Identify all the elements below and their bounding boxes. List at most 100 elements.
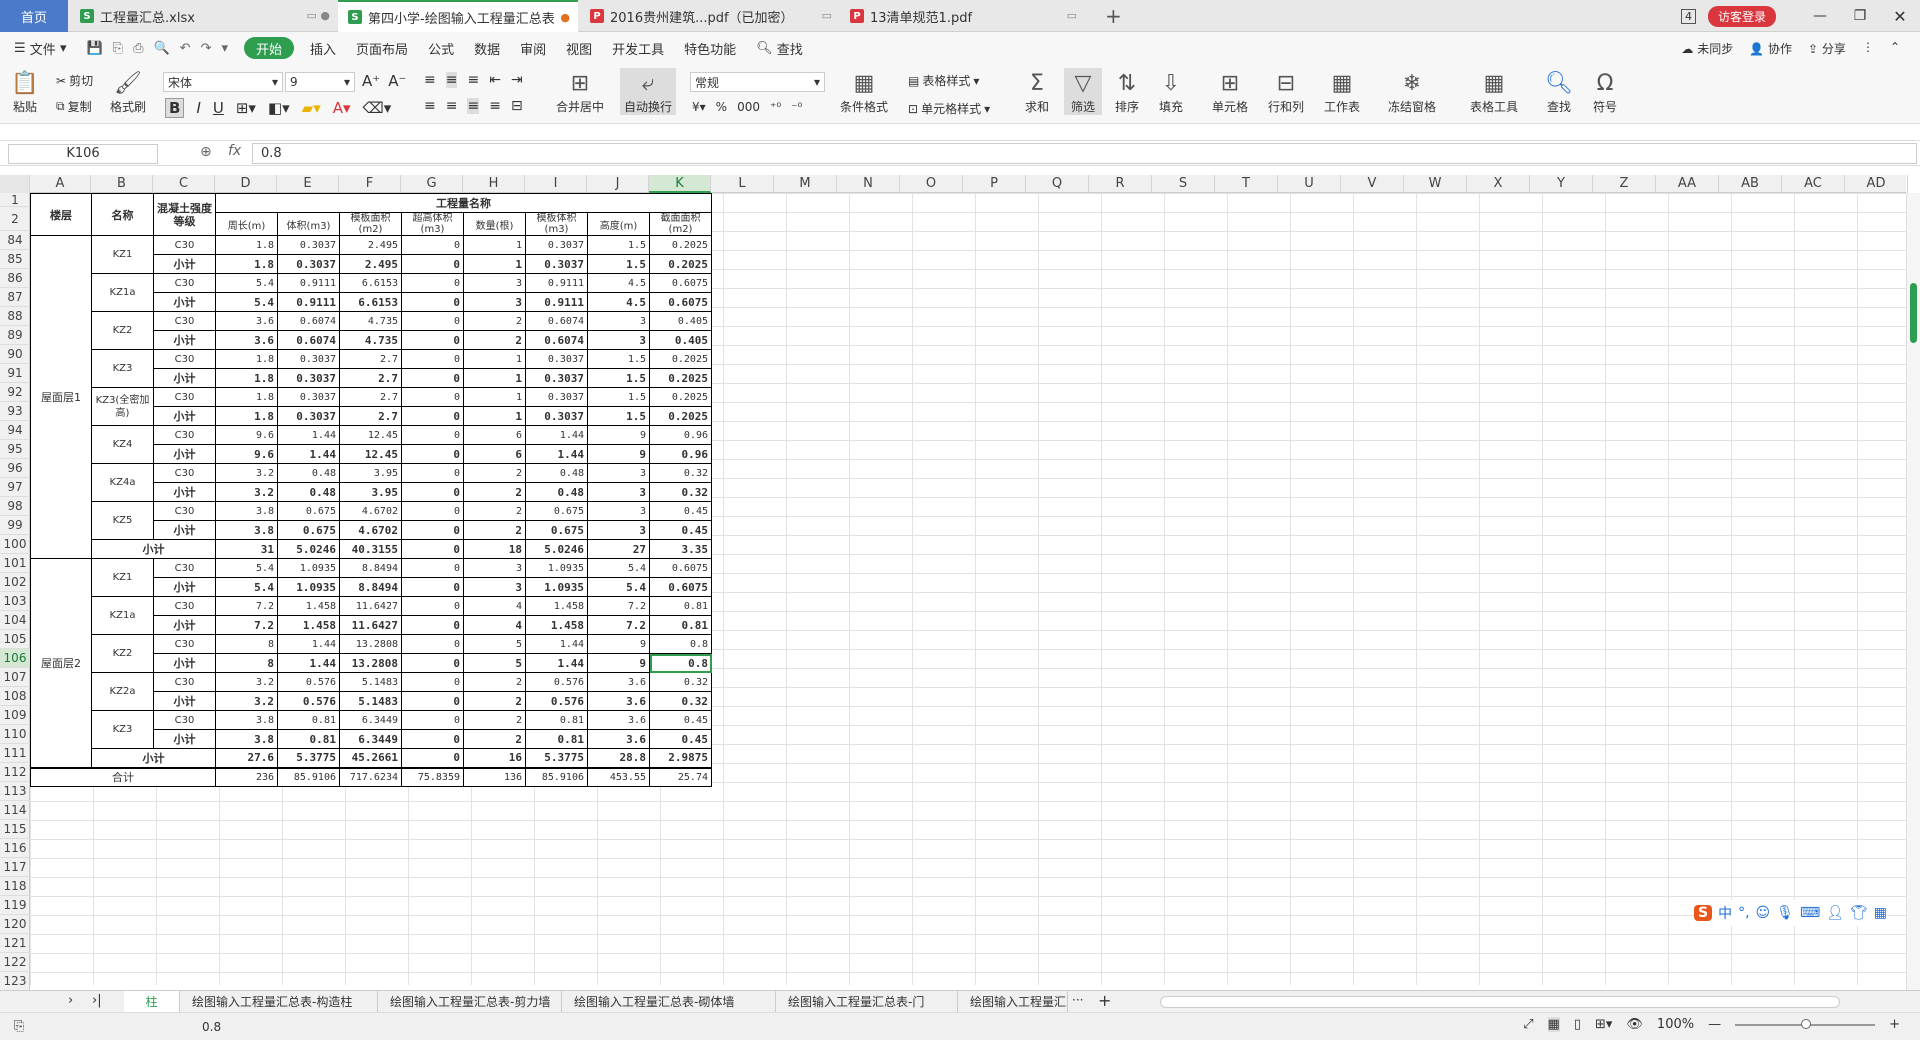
header-count[interactable]: 数量(根) [463,212,526,236]
table-cell[interactable]: 0.6074 [525,311,588,331]
page-break-icon[interactable]: ⊞▾ [1595,1017,1612,1032]
grade-cell[interactable]: C30 [153,672,216,692]
header-floor[interactable]: 楼层 [30,193,92,236]
table-cell[interactable]: 2.7 [339,349,402,369]
table-cell[interactable]: 0.81 [649,596,712,616]
table-cell[interactable]: 40.3155 [339,539,402,559]
grand-total-label[interactable]: 合计 [30,766,216,787]
row-header[interactable]: 109 [0,706,30,725]
table-cell[interactable]: 3.2 [215,691,278,711]
grade-cell[interactable]: C30 [153,311,216,331]
table-cell[interactable]: 1.5 [587,387,650,407]
table-cell[interactable]: 3 [587,501,650,521]
table-cell[interactable]: 0.81 [525,729,588,749]
column-header-ab[interactable]: AB [1719,175,1782,193]
table-cell[interactable]: 1.5 [587,254,650,274]
zoom-slider[interactable] [1735,1018,1876,1029]
row-header[interactable]: 123 [0,972,30,991]
tab-file-3[interactable]: P 2016贵州建筑...pdf（已加密） ▭ [580,0,840,32]
column-header-k[interactable]: K [649,175,711,193]
table-cell[interactable]: 0.48 [277,463,340,483]
table-cell[interactable]: 0.2025 [649,254,712,274]
row-header[interactable]: 88 [0,307,30,326]
menu-insert[interactable]: 插入 [300,32,346,64]
row-header[interactable]: 96 [0,459,30,478]
table-cell[interactable]: 2.7 [339,387,402,407]
table-cell[interactable]: 6.3449 [339,729,402,749]
table-cell[interactable]: 0 [401,748,464,768]
column-header-o[interactable]: O [900,175,963,193]
column-header-q[interactable]: Q [1026,175,1089,193]
row-header[interactable]: 106 [0,649,30,668]
sync-button[interactable]: ☁ 未同步 [1681,40,1733,57]
row-header[interactable]: 120 [0,915,30,934]
indent-increase-icon[interactable]: ⇥ [511,72,523,88]
menu-formula[interactable]: 公式 [418,32,464,64]
table-cell[interactable]: 0.81 [525,710,588,730]
table-cell[interactable]: 1.458 [277,596,340,616]
menu-search[interactable]: 🔍︎ 查找 [746,32,813,64]
table-cell[interactable]: 0.2025 [649,406,712,426]
table-cell[interactable]: 0.6075 [649,558,712,578]
table-cell[interactable]: 1.5 [587,235,650,255]
subtotal-label[interactable]: 小计 [153,330,216,350]
filter-button[interactable]: ▽ 筛选 [1064,68,1102,115]
table-cell[interactable]: 85.9106 [277,766,340,787]
column-header-u[interactable]: U [1278,175,1341,193]
table-cell[interactable]: 3 [463,558,526,578]
grade-cell[interactable]: C30 [153,710,216,730]
table-cell[interactable]: 0.3037 [277,368,340,388]
column-header-r[interactable]: R [1089,175,1152,193]
fullscreen-icon[interactable]: ⤢ [1523,1017,1533,1032]
underline-icon[interactable]: U [213,99,224,117]
table-cell[interactable]: 1.0935 [525,577,588,597]
zoom-slider-thumb[interactable] [1801,1018,1812,1029]
table-cell[interactable]: 3 [463,577,526,597]
table-cell[interactable]: 5.4 [215,292,278,312]
print-preview-icon[interactable]: 🔍 [153,41,169,56]
table-cell[interactable]: 0.48 [277,482,340,502]
wrap-text-button[interactable]: ⤶ 自动换行 [620,68,677,115]
fill-color-icon[interactable]: ◧▾ [268,99,290,117]
header-grade[interactable]: 混凝土强度等级 [153,193,216,236]
table-cell[interactable]: 0.3037 [525,235,588,255]
vertical-scrollbar[interactable] [1906,193,1920,990]
floor-cell[interactable]: 屋面层1 [30,235,92,559]
table-cell[interactable]: 11.6427 [339,615,402,635]
table-cell[interactable]: 28.8 [587,748,650,768]
column-header-ad[interactable]: AD [1845,175,1908,193]
table-cell[interactable]: 4.735 [339,330,402,350]
menu-view[interactable]: 视图 [556,32,602,64]
table-cell[interactable]: 6.3449 [339,710,402,730]
row-header[interactable]: 114 [0,801,30,820]
table-cell[interactable]: 6.6153 [339,292,402,312]
table-cell[interactable]: 0 [401,634,464,654]
table-cell[interactable]: 0.3037 [525,349,588,369]
table-cell[interactable]: 2 [463,672,526,692]
table-cell[interactable]: 4.5 [587,273,650,293]
formula-input[interactable]: 0.8 [252,143,1917,164]
tab-close-icon[interactable]: ▭ [1067,9,1077,22]
table-cell[interactable]: 2 [463,463,526,483]
clear-format-icon[interactable]: ⌫▾ [363,99,392,117]
table-cell[interactable]: 5.0246 [525,539,588,559]
ime-mode[interactable]: 中 [1718,903,1732,923]
row-header[interactable]: 94 [0,421,30,440]
table-cell[interactable]: 0.8 [649,634,712,654]
table-cell[interactable]: 1 [463,368,526,388]
table-cell[interactable]: 1.44 [525,653,588,673]
table-cell[interactable]: 0.6074 [277,311,340,331]
table-cell[interactable]: 0.2025 [649,368,712,388]
emoji-icon[interactable]: ☺ [1756,905,1771,921]
grade-cell[interactable]: C30 [153,425,216,445]
header-perimeter[interactable]: 周长(m) [215,212,278,236]
column-header-p[interactable]: P [963,175,1026,193]
table-cell[interactable]: 85.9106 [525,766,588,787]
column-header-z[interactable]: Z [1593,175,1656,193]
table-cell[interactable]: 2 [463,482,526,502]
row-header[interactable]: 118 [0,877,30,896]
subtotal-label[interactable]: 小计 [153,577,216,597]
table-cell[interactable]: 4.735 [339,311,402,331]
table-cell[interactable]: 0 [401,425,464,445]
collapse-ribbon-icon[interactable]: ⌃ [1890,40,1900,57]
